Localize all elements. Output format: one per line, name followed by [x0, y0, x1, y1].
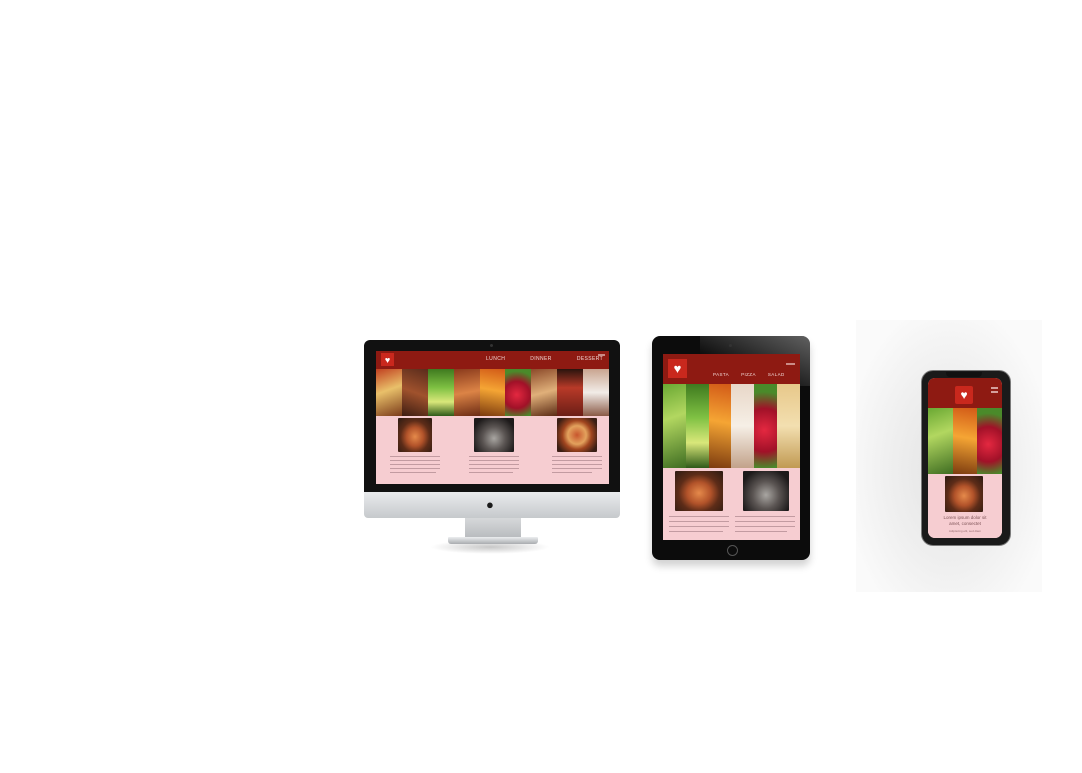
food-photo[interactable] [685, 384, 709, 468]
tablet-website-screen: ♥ PASTA PIZZA SALAD [663, 354, 800, 540]
food-photo[interactable] [754, 384, 778, 468]
imac-stand [465, 518, 521, 538]
phone-heading-line: amet, consectet [949, 520, 981, 526]
food-gallery-strip [663, 384, 800, 468]
food-photo[interactable] [777, 384, 800, 468]
pizza-photo[interactable] [557, 418, 597, 452]
food-photo[interactable] [928, 408, 953, 474]
food-photo[interactable] [376, 369, 402, 416]
food-photo[interactable] [505, 369, 532, 416]
wine-photo[interactable] [474, 418, 514, 452]
food-photo[interactable] [453, 369, 480, 416]
content-section [376, 416, 609, 484]
site-header: ♥ LUNCH DINNER DESSERT [376, 351, 609, 369]
phone-website-screen: ♥ Lorem ipsum dolor sit amet, consectet … [928, 378, 1002, 538]
nav-item-pasta[interactable]: PASTA [713, 372, 729, 377]
food-photo[interactable] [731, 384, 755, 468]
nav-item-pizza[interactable]: PIZZA [741, 372, 756, 377]
bruschetta-photo[interactable] [945, 476, 983, 512]
heart-icon[interactable]: ♥ [955, 386, 973, 404]
food-photo[interactable] [479, 369, 506, 416]
bruschetta-photo[interactable] [398, 418, 432, 452]
nav-item-salad[interactable]: SALAD [768, 372, 785, 377]
food-photo[interactable] [663, 384, 686, 468]
menu-bar [598, 354, 605, 356]
food-photo[interactable] [952, 408, 978, 474]
nav-item-dessert[interactable]: DESSERT [577, 356, 603, 362]
apple-logo-icon: ● [486, 497, 494, 512]
site-header: ♥ PASTA PIZZA SALAD [663, 354, 800, 384]
camera-dot [490, 344, 493, 347]
content-section [663, 468, 800, 540]
menu-bar [786, 363, 795, 365]
food-photo[interactable] [401, 369, 428, 416]
camera-dot [729, 344, 732, 347]
food-photo[interactable] [427, 369, 454, 416]
wine-photo[interactable] [743, 471, 789, 511]
phone-notch [946, 372, 982, 377]
food-photo[interactable] [977, 408, 1002, 474]
desktop-nav: LUNCH DINNER DESSERT [486, 356, 603, 362]
home-button[interactable] [727, 545, 738, 556]
bruschetta-photo[interactable] [675, 471, 723, 511]
food-photo[interactable] [708, 384, 732, 468]
tablet-nav: PASTA PIZZA SALAD [713, 372, 785, 377]
food-gallery-strip [928, 408, 1002, 474]
desktop-website-screen: ♥ LUNCH DINNER DESSERT [376, 351, 609, 484]
heart-icon[interactable]: ♥ [381, 353, 394, 366]
food-gallery-strip [376, 369, 609, 416]
imac-stand-foot [448, 537, 538, 544]
food-photo[interactable] [557, 369, 584, 416]
food-photo[interactable] [531, 369, 558, 416]
nav-item-lunch[interactable]: LUNCH [486, 356, 505, 362]
phone-heading: Lorem ipsum dolor sit amet, consectet [928, 515, 1002, 526]
food-photo[interactable] [583, 369, 609, 416]
content-section: Lorem ipsum dolor sit amet, consectet Ad… [928, 474, 1002, 538]
hamburger-icon[interactable] [991, 387, 998, 389]
heart-icon[interactable]: ♥ [668, 359, 687, 378]
phone-subtext: Adipiscing elit, sed diam [948, 529, 982, 533]
nav-item-dinner[interactable]: DINNER [530, 356, 552, 362]
site-header: ♥ [928, 378, 1002, 408]
hamburger-icon-line [991, 391, 998, 393]
